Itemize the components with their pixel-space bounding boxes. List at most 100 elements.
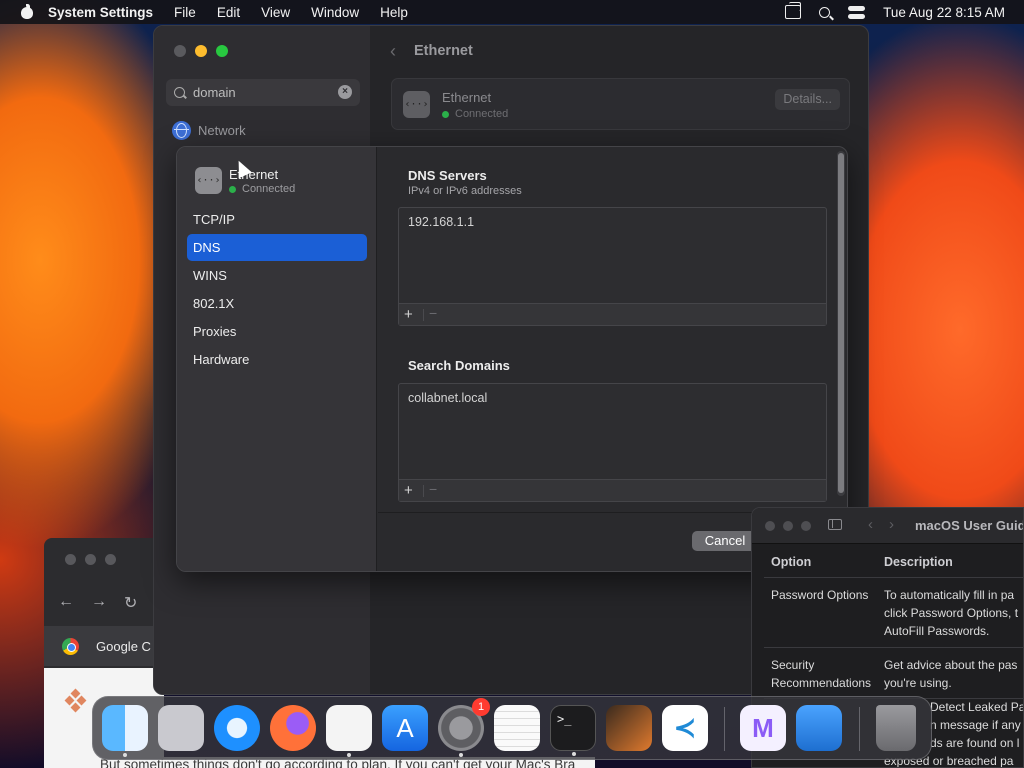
ethernet-name: Ethernet <box>442 90 492 105</box>
firefox-icon[interactable] <box>270 705 316 751</box>
interface-status: Connected <box>229 183 295 195</box>
zoom-button[interactable] <box>216 45 228 57</box>
nav-proxies[interactable]: Proxies <box>187 318 367 345</box>
status-dot-icon <box>229 185 236 193</box>
dock-separator <box>859 707 860 751</box>
menu-window[interactable]: Window <box>311 5 359 20</box>
table-cell-description: To automatically fill in pa click Passwo… <box>884 588 1019 638</box>
table-cell-option: Security Recommendations <box>771 658 872 690</box>
back-chevron-icon[interactable]: ‹ <box>390 41 396 62</box>
menu-help[interactable]: Help <box>380 5 408 20</box>
app-store-icon[interactable]: A <box>382 705 428 751</box>
apple-menu-icon[interactable] <box>20 4 34 20</box>
table-divider <box>764 647 1023 648</box>
menu-edit[interactable]: Edit <box>217 5 240 20</box>
dns-servers-subtitle: IPv4 or IPv6 addresses <box>408 185 522 197</box>
table-divider <box>764 577 1023 578</box>
finder-icon[interactable] <box>102 705 148 757</box>
nav-hardware[interactable]: Hardware <box>187 346 367 373</box>
table-cell-description: Get advice about the pas you're using. <box>884 658 1018 690</box>
sheet-sidebar: ‹··› Ethernet Connected TCP/IP DNS WINS … <box>177 147 377 571</box>
minimize-button[interactable] <box>195 45 207 57</box>
cancel-button[interactable]: Cancel <box>692 531 758 551</box>
column-header-option: Option <box>771 555 812 569</box>
sidebar-toggle-icon[interactable] <box>828 519 842 530</box>
search-value: domain <box>193 85 236 100</box>
clear-icon[interactable]: × <box>338 85 352 99</box>
scrollbar-thumb[interactable] <box>838 153 844 493</box>
page-title: Ethernet <box>414 43 473 59</box>
system-settings-icon[interactable]: 1 <box>438 698 490 757</box>
weather-icon[interactable] <box>796 705 842 751</box>
sheet-scrollbar[interactable] <box>837 151 845 496</box>
menu-view[interactable]: View <box>261 5 290 20</box>
nav-tcpip[interactable]: TCP/IP <box>187 206 367 233</box>
table-cell-option: Password Options <box>771 588 869 602</box>
nav-8021x[interactable]: 802.1X <box>187 290 367 317</box>
dns-server-entry[interactable]: 192.168.1.1 <box>408 215 474 229</box>
browser-tab-label[interactable]: Google C <box>96 639 151 654</box>
visual-studio-icon[interactable]: M <box>740 705 786 751</box>
dns-settings-sheet: ‹··› Ethernet Connected TCP/IP DNS WINS … <box>176 146 848 572</box>
nav-wins[interactable]: WINS <box>187 262 367 289</box>
status-dot-icon <box>442 110 449 118</box>
site-logo-icon <box>64 688 87 720</box>
ethernet-card: ‹··› Ethernet Connected Details... <box>391 78 850 130</box>
settings-search-input[interactable]: domain × <box>166 79 360 106</box>
chrome-tab-icon <box>62 638 79 655</box>
terminal-icon[interactable]: >_ <box>550 705 596 756</box>
forward-arrow-icon[interactable]: → <box>91 593 107 613</box>
launchpad-icon[interactable] <box>158 705 204 751</box>
back-chevron-icon[interactable]: ‹ <box>868 516 873 533</box>
toolbar-divider <box>423 309 424 321</box>
nav-dns[interactable]: DNS <box>187 234 367 261</box>
search-domains-list[interactable]: collabnet.local + − <box>398 383 827 502</box>
dns-servers-title: DNS Servers <box>408 168 487 183</box>
help-title: macOS User Guid <box>915 518 1024 533</box>
back-arrow-icon[interactable]: ← <box>58 593 74 613</box>
chrome-icon[interactable] <box>326 705 372 757</box>
search-icon <box>174 87 185 98</box>
menu-bar: System Settings File Edit View Window He… <box>0 0 1024 24</box>
add-dns-server-button[interactable]: + <box>404 306 413 323</box>
menu-file[interactable]: File <box>174 5 196 20</box>
sidebar-item-label: Network <box>198 123 246 138</box>
search-domains-toolbar: + − <box>399 479 826 501</box>
stage-manager-icon[interactable] <box>785 2 802 19</box>
dns-servers-list[interactable]: 192.168.1.1 + − <box>398 207 827 326</box>
vscode-icon[interactable]: ≺ <box>662 705 708 751</box>
notification-badge: 1 <box>472 698 490 716</box>
ethernet-status: Connected <box>442 108 508 120</box>
table-cell-description: Detect Leaked Pa n message if any ds are… <box>884 700 1024 768</box>
spotlight-search-icon[interactable] <box>819 6 831 18</box>
reload-icon[interactable]: ↻ <box>124 593 137 613</box>
add-search-domain-button[interactable]: + <box>404 482 413 499</box>
details-button[interactable]: Details... <box>775 89 840 110</box>
close-button[interactable] <box>174 45 186 57</box>
textedit-icon[interactable] <box>494 705 540 751</box>
column-header-description: Description <box>884 555 953 569</box>
search-domains-title: Search Domains <box>408 358 510 373</box>
ethernet-icon: ‹··› <box>195 167 222 194</box>
dns-servers-toolbar: + − <box>399 303 826 325</box>
menu-app-name[interactable]: System Settings <box>48 5 153 20</box>
window-traffic-lights <box>174 45 228 57</box>
ethernet-icon: ‹··› <box>403 91 430 118</box>
dock-separator <box>724 707 725 751</box>
remove-search-domain-button[interactable]: − <box>429 481 437 497</box>
sidebar-item-network[interactable]: Network <box>172 121 246 140</box>
forward-chevron-icon[interactable]: › <box>889 516 894 533</box>
settings-header: ‹ Ethernet <box>370 26 868 76</box>
toolbar-divider <box>423 485 424 497</box>
help-toolbar: ‹ › macOS User Guid <box>752 508 1023 544</box>
browser-traffic-lights <box>65 554 116 565</box>
safari-icon[interactable] <box>214 705 260 751</box>
dock: A 1 >_ ≺ M <box>92 696 932 760</box>
control-center-icon[interactable] <box>848 5 866 19</box>
search-domain-entry[interactable]: collabnet.local <box>408 391 487 405</box>
menu-clock[interactable]: Tue Aug 22 8:15 AM <box>883 5 1005 20</box>
remove-dns-server-button[interactable]: − <box>429 305 437 321</box>
garageband-icon[interactable] <box>606 705 652 751</box>
network-globe-icon <box>172 121 191 140</box>
trash-icon[interactable] <box>876 705 916 751</box>
